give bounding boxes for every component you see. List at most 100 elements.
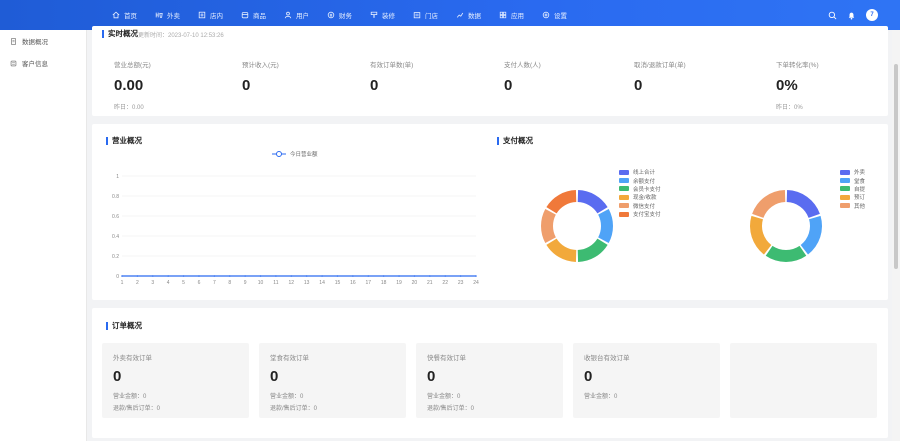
x-tick-label: 8 (228, 280, 231, 286)
x-tick-label: 3 (151, 280, 154, 286)
nav-label: 财务 (339, 13, 352, 20)
page-scrollbar[interactable] (892, 30, 900, 441)
store-inside-icon (198, 11, 206, 19)
sidebar-item-label: 客户信息 (22, 61, 48, 68)
series-point (290, 275, 293, 277)
legend-entry[interactable]: 余额支付 (619, 176, 661, 185)
overview-card: 营业概况 支付概况 今日营业额 0 0.2 0.4 0.6 0.8 1 1 2 3 4 5 6 7 8 9 10… (92, 124, 888, 300)
stat-payers: 支付人数(人) 0 (504, 59, 541, 94)
pie-slice (577, 238, 608, 262)
x-tick-label: 18 (381, 280, 387, 286)
stat-value: 0.00 (114, 77, 144, 94)
legend-entry[interactable]: 堂食 (840, 176, 866, 185)
legend-entry[interactable]: 其他 (840, 202, 865, 210)
nav-label: 门店 (425, 13, 438, 20)
pie-slice (800, 215, 822, 255)
legend-swatch (840, 169, 850, 175)
nav-label: 首页 (124, 13, 137, 20)
pie-slice (598, 208, 613, 244)
x-tick-label: 15 (335, 280, 341, 286)
order-amount: 营业金额：0 (113, 394, 147, 400)
series-point (198, 275, 200, 277)
chart-icon (456, 12, 464, 18)
order-value: 0 (584, 368, 593, 385)
x-tick-label: 11 (273, 280, 278, 286)
series-point (398, 275, 400, 277)
series-point (321, 275, 323, 277)
series-point (459, 275, 462, 277)
x-tick-label: 12 (289, 280, 295, 286)
order-box-takeout: 外卖有效订单 0 营业金额：0 退款/售后订单：0 (102, 343, 249, 418)
x-tick-label: 2 (136, 280, 139, 286)
series-point (475, 275, 477, 277)
stat-sub: 昨日：0.00 (114, 105, 144, 111)
x-tick-label: 13 (304, 280, 310, 286)
stat-value: 0% (776, 77, 798, 94)
legend-label: 现金/收款 (633, 195, 657, 202)
legend-entry[interactable]: 外卖 (840, 168, 865, 176)
pie-slice (546, 190, 577, 214)
legend-entry[interactable]: 会员卡支付 (619, 185, 661, 193)
order-box-dinein: 堂食有效订单 0 营业金额：0 退款/售后订单：0 (259, 343, 406, 418)
legend-label: 外卖 (854, 170, 866, 177)
legend-swatch (840, 186, 850, 192)
scrollbar-thumb[interactable] (894, 64, 898, 269)
legend-entry[interactable]: 自提 (840, 185, 865, 193)
legend-swatch (619, 194, 629, 200)
x-tick-label: 5 (182, 280, 185, 286)
stat-value: 0 (242, 77, 251, 94)
avatar[interactable]: 7 (866, 9, 878, 21)
legend-swatch (840, 194, 850, 200)
legend-label: 支付宝支付 (633, 212, 661, 219)
x-tick-label: 17 (365, 280, 371, 286)
nav-label: 用户 (296, 13, 309, 20)
goods-icon (241, 12, 249, 19)
series-point (336, 275, 339, 277)
pie-slice (577, 190, 608, 214)
series-point (275, 275, 277, 277)
sidebar-item-data-overview[interactable]: 数据概况 (0, 30, 86, 52)
stat-value: 0 (504, 77, 513, 94)
orders-card: 订单概况 外卖有效订单 0 营业金额：0 退款/售后订单：0 堂食有效订单 0 … (92, 308, 888, 438)
bell-icon[interactable] (847, 11, 856, 20)
order-box-empty (730, 343, 877, 418)
decorate-icon (370, 11, 378, 18)
legend-entry[interactable]: 线上合计 (619, 168, 661, 176)
order-type-legend: 外卖 堂食 自提 预订 其他 (840, 168, 865, 210)
revenue-line-chart: 今日营业额00.20.40.60.811 2 3 4 5 6 7 8 9 10 11 12 13 14 15… (112, 150, 479, 286)
avatar-text: 7 (870, 12, 874, 18)
legend-entry[interactable]: 支付宝支付 (619, 210, 661, 218)
series-point (367, 275, 370, 277)
shop-icon (413, 12, 421, 19)
legend-entry[interactable]: 预订 (840, 193, 865, 201)
legend-label: 堂食 (854, 178, 866, 185)
nav-label: 应用 (511, 13, 524, 20)
order-label: 外卖有效订单 (113, 355, 152, 362)
series-point (352, 275, 354, 277)
order-amount: 营业金额：0 (427, 394, 461, 400)
stat-conversion-rate: 下单转化率(%) 0% 昨日：0% (776, 59, 819, 111)
order-refund: 退款/售后订单：0 (113, 406, 161, 412)
legend-swatch (619, 211, 629, 217)
pie-slice (541, 208, 556, 244)
series-point (413, 275, 416, 277)
legend-entry[interactable]: 微信支付 (619, 202, 661, 210)
order-value: 0 (427, 368, 436, 385)
user-icon (284, 11, 292, 19)
y-tick-label: 0 (116, 274, 119, 280)
search-icon[interactable] (828, 11, 837, 20)
y-tick-label: 0.8 (112, 194, 119, 200)
sidebar-item-customer-info[interactable]: 客户信息 (0, 52, 86, 74)
legend-marker (276, 151, 282, 157)
realtime-card: 实时概况 更新时间：2023-07-10 12:53:26 营业总额(元) 0.… (92, 26, 888, 116)
order-amount: 营业金额：0 (270, 394, 304, 400)
order-type-donut-chart (750, 190, 822, 262)
order-value: 0 (113, 368, 122, 385)
y-tick-label: 1 (116, 174, 119, 180)
legend-entry[interactable]: 现金/收款 (619, 193, 661, 201)
series-point (151, 275, 154, 277)
legend-swatch (619, 178, 629, 184)
order-box-fastfood: 快餐有效订单 0 营业金额：0 退款/售后订单：0 (416, 343, 563, 418)
pie-slice (750, 215, 772, 255)
stat-value: 0 (370, 77, 379, 94)
